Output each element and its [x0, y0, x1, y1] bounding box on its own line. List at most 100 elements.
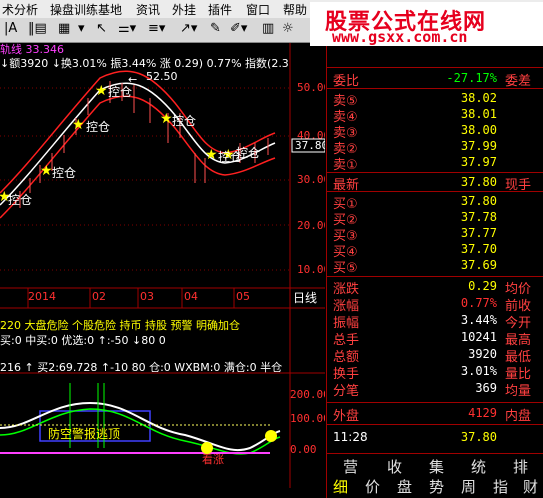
- bid-price[interactable]: 37.70: [427, 242, 497, 256]
- bid-label: 买⑤: [333, 261, 358, 276]
- indicator-value: 33.346: [25, 43, 65, 56]
- bid-price[interactable]: 37.77: [427, 226, 497, 240]
- ind3-line-white: [0, 401, 281, 452]
- stat-value: 3.01%: [460, 364, 497, 378]
- menu-item-training[interactable]: 操盘训练基地: [50, 1, 122, 18]
- svg-text:100.00: 100.00: [290, 412, 325, 425]
- tab-detail[interactable]: 细: [333, 476, 348, 497]
- svg-text:★: ★: [72, 117, 85, 133]
- stat-value: 0.77%: [460, 296, 497, 310]
- brush-icon[interactable]: ✐▾: [230, 21, 247, 36]
- tab-finance[interactable]: 财: [523, 476, 538, 497]
- text-icon[interactable]: |A: [4, 21, 17, 36]
- menu-item-plugins[interactable]: 插件: [208, 1, 232, 18]
- info-line: ↓额3920 ↓换3.01% 振3.44% 涨 0.29) 0.77% 指数(2…: [0, 57, 289, 70]
- lines-icon[interactable]: ⚌▾: [118, 21, 136, 36]
- period-label[interactable]: 日线: [293, 291, 317, 305]
- svg-text:2014: 2014: [28, 290, 56, 303]
- svg-text:★: ★: [40, 163, 53, 179]
- price-tag: 37.80: [295, 139, 325, 152]
- tick-time: 11:28: [333, 430, 368, 444]
- svg-text:★: ★: [160, 111, 173, 127]
- ask-price[interactable]: 38.02: [427, 91, 497, 105]
- commission-ratio-value: -27.17%: [446, 71, 497, 85]
- svg-text:02: 02: [92, 290, 106, 303]
- svg-text:04: 04: [184, 290, 198, 303]
- inner-disk-label: 内盘: [505, 409, 532, 424]
- ask-price[interactable]: 37.97: [427, 155, 497, 169]
- outer-disk-label: 外盘: [333, 409, 360, 424]
- svg-text:50.00: 50.00: [297, 81, 325, 94]
- chart-area[interactable]: ★ ★ ★ ★ ★ ★ ★ 控仓 控仓 控仓 控仓 控仓 控仓 控仓 52.50…: [0, 43, 325, 498]
- bid-price[interactable]: 37.78: [427, 210, 497, 224]
- tab-stats[interactable]: 统: [471, 456, 486, 477]
- stat-value: 10241: [460, 330, 497, 344]
- ask-price[interactable]: 38.01: [427, 107, 497, 121]
- ind3-axis: 200.00 100.00 0.00: [290, 388, 325, 456]
- tab-price[interactable]: 价: [365, 476, 380, 497]
- control-label: 控仓: [86, 120, 110, 134]
- arrow-icon[interactable]: ↗▾: [180, 21, 197, 36]
- svg-text:05: 05: [236, 290, 250, 303]
- tick-price: 37.80: [460, 430, 497, 444]
- indicator-header: 轨线 33.346: [0, 44, 64, 56]
- svg-text:0.00: 0.00: [290, 443, 317, 456]
- svg-text:20.00: 20.00: [297, 219, 325, 232]
- menu-item-news[interactable]: 资讯: [136, 1, 160, 18]
- svg-text:★: ★: [95, 83, 108, 99]
- control-label: 控仓: [52, 166, 76, 180]
- watermark-logo: 股票公式在线网 www.gsxx.com.cn: [310, 2, 543, 46]
- indicator-2-line: 买:0 中买:0 优选:0 ↑:-50 ↓80 0: [0, 334, 166, 347]
- cursor-icon[interactable]: ↖: [96, 21, 107, 36]
- indicator-3-line: 216 ↑ 买2:69.728 ↑-10 80 仓:0 WXBM:0 满仓:0 …: [0, 361, 283, 374]
- indicator-1-line: 220 大盘危险 个股危险 持币 持股 预警 明确加仓: [0, 319, 240, 332]
- bullet-icon[interactable]: ≡▾: [148, 21, 165, 36]
- stat-value: 3920: [468, 347, 497, 361]
- stat-value: 369: [475, 381, 497, 395]
- menu-item-plugin-ext[interactable]: 外挂: [172, 1, 196, 18]
- ind3-warning-text: 防空警报逃顶: [48, 426, 120, 441]
- bid-price[interactable]: 37.80: [427, 194, 497, 208]
- tab-business[interactable]: 营: [343, 456, 358, 477]
- dropdown-icon[interactable]: ▾: [78, 21, 85, 36]
- bid-price[interactable]: 37.69: [427, 258, 497, 272]
- pen-icon[interactable]: ✎: [210, 21, 221, 36]
- tab-board[interactable]: 盘: [397, 476, 412, 497]
- watermark-url: www.gsxx.com.cn: [332, 28, 468, 46]
- control-label: 控仓: [108, 85, 132, 99]
- control-label: 控仓: [236, 146, 260, 160]
- ind3-bull-text: 看涨: [202, 452, 224, 466]
- control-label: 控仓: [8, 193, 32, 207]
- commission-diff-label: 委差: [505, 74, 532, 89]
- svg-text:03: 03: [140, 290, 154, 303]
- svg-text:30.00: 30.00: [297, 173, 325, 186]
- svg-text:★: ★: [205, 147, 218, 163]
- tab-index[interactable]: 指: [493, 476, 508, 497]
- tab-rank[interactable]: 排: [513, 456, 528, 477]
- commission-ratio-label: 委比: [333, 74, 360, 89]
- ask-price[interactable]: 37.99: [427, 139, 497, 153]
- grid-icon[interactable]: ▦: [58, 21, 70, 36]
- ask-price[interactable]: 38.00: [427, 123, 497, 137]
- menu-item-window[interactable]: 窗口: [246, 1, 270, 18]
- stat-label: 分笔: [333, 384, 360, 399]
- svg-text:10.00: 10.00: [297, 263, 325, 276]
- outer-disk-value: 4129: [468, 406, 497, 420]
- table-icon[interactable]: ▥: [262, 21, 274, 36]
- tab-collect[interactable]: 集: [429, 456, 444, 477]
- tab-trend[interactable]: 势: [429, 476, 444, 497]
- ask-label: 卖①: [333, 158, 358, 173]
- peak-label: 52.50: [146, 70, 178, 83]
- last-price-value: 37.80: [460, 175, 497, 189]
- quote-panel: 委比 -27.17% 委差 卖⑤ 38.02 卖④ 38.01 卖③ 38.00…: [326, 43, 543, 498]
- menu-item-analysis[interactable]: 术分析: [2, 1, 38, 18]
- tab-income[interactable]: 收: [387, 456, 402, 477]
- stat-value: 0.29: [468, 279, 497, 293]
- svg-text:200.00: 200.00: [290, 388, 325, 401]
- svg-text:←: ←: [128, 73, 137, 86]
- tab-week[interactable]: 周: [461, 476, 476, 497]
- stat-right-label: 均量: [505, 384, 532, 399]
- sun-icon[interactable]: ☼: [282, 21, 294, 36]
- menu-item-help[interactable]: 帮助: [283, 1, 307, 18]
- bars-icon[interactable]: ‖▤: [28, 21, 47, 36]
